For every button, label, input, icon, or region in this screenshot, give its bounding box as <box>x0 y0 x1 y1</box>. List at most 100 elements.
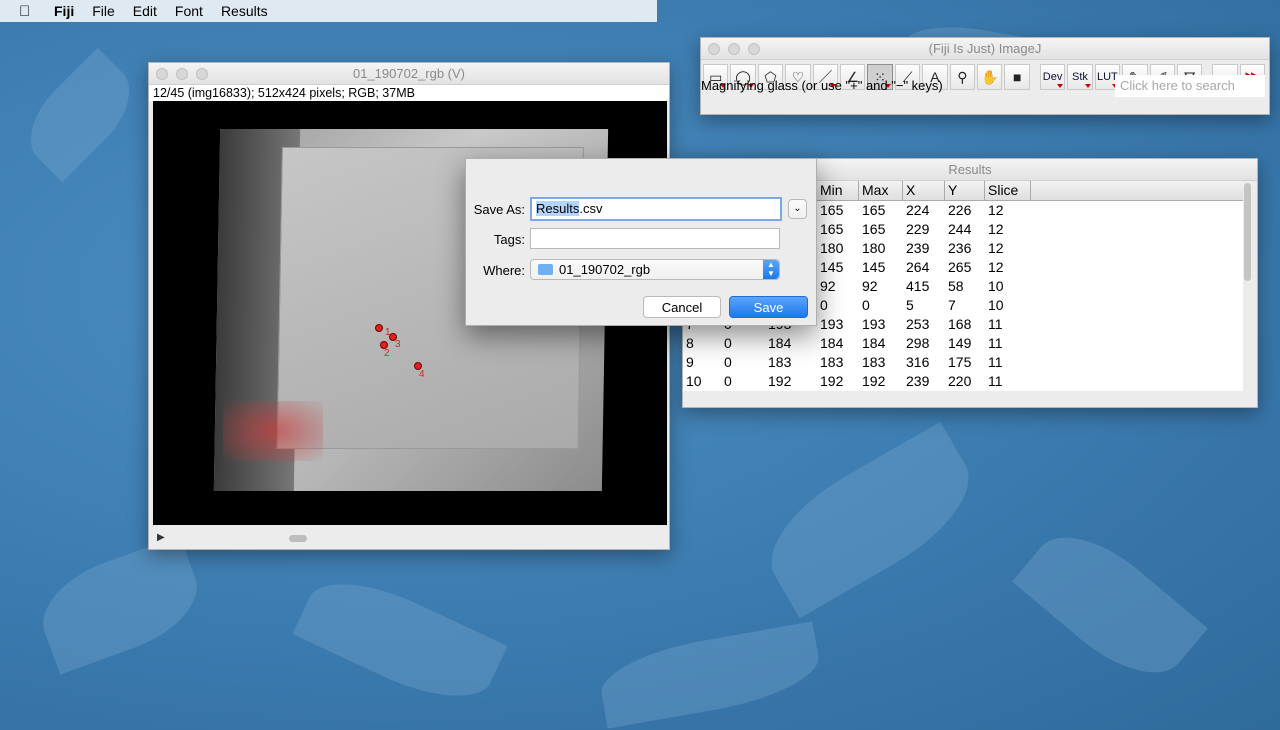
table-cell-max: 192 <box>862 373 886 389</box>
column-header-y[interactable]: Y <box>945 181 985 200</box>
table-cell-max: 184 <box>862 335 886 351</box>
menu-fiji[interactable]: Fiji <box>54 3 74 19</box>
table-cell-min: 193 <box>820 316 844 332</box>
table-cell-y: 149 <box>948 335 972 351</box>
table-cell-y: 244 <box>948 221 972 237</box>
expand-dialog-button[interactable]: ⌄ <box>788 199 807 219</box>
table-cell-min: 183 <box>820 354 844 370</box>
imagej-titlebar[interactable]: (Fiji Is Just) ImageJ <box>701 38 1269 60</box>
minimize-button[interactable] <box>176 68 188 80</box>
column-header-max[interactable]: Max <box>859 181 903 200</box>
point-label-3: 3 <box>395 339 401 350</box>
table-cell-max: 165 <box>862 221 886 237</box>
table-row[interactable]: 9 0 183 183 183 316 175 11 <box>683 353 1243 372</box>
table-cell-max: 0 <box>862 297 870 313</box>
table-cell-min: 145 <box>820 259 844 275</box>
table-cell-max: 180 <box>862 240 886 256</box>
minimize-button[interactable] <box>728 43 740 55</box>
window-controls <box>708 43 760 55</box>
table-cell-y: 236 <box>948 240 972 256</box>
stack-slider[interactable]: ▶ <box>153 529 667 545</box>
table-cell-slice: 12 <box>988 221 1004 237</box>
table-cell-y: 265 <box>948 259 972 275</box>
column-header-x[interactable]: X <box>903 181 945 200</box>
filename-extension: .csv <box>579 201 603 216</box>
image-window-title: 01_190702_rgb (V) <box>352 66 466 81</box>
table-cell-slice: 11 <box>988 373 1003 389</box>
search-field[interactable]: Click here to search <box>1115 75 1265 97</box>
save-as-label: Save As: <box>473 202 525 217</box>
table-cell-min: 165 <box>820 202 844 218</box>
imagej-window: (Fiji Is Just) ImageJ ▭ ◯ ⬠ ♡ ／ ∠ ⁙ ⟋ A ⚲ ✋ ■ Dev Stk… <box>700 37 1270 115</box>
menu-results[interactable]: Results <box>221 3 268 19</box>
table-cell-slice: 12 <box>988 202 1004 218</box>
point-label-4: 4 <box>419 369 425 380</box>
close-button[interactable] <box>708 43 720 55</box>
table-row[interactable]: 10 0 192 192 192 239 220 11 <box>683 372 1243 391</box>
table-cell-x: 298 <box>906 335 930 351</box>
window-controls <box>156 68 208 80</box>
table-cell-y: 175 <box>948 354 972 370</box>
table-cell-x: 5 <box>906 297 914 313</box>
table-cell-c1: 0 <box>724 335 732 351</box>
where-label: Where: <box>483 263 525 278</box>
table-cell-y: 58 <box>948 278 964 294</box>
table-cell-y: 220 <box>948 373 972 389</box>
table-cell-slice: 10 <box>988 278 1004 294</box>
close-button[interactable] <box>156 68 168 80</box>
tags-label: Tags: <box>493 232 525 247</box>
table-cell-y: 7 <box>948 297 956 313</box>
table-cell-x: 224 <box>906 202 930 218</box>
menu-file[interactable]: File <box>92 3 115 19</box>
menu-edit[interactable]: Edit <box>133 3 157 19</box>
table-cell-min: 184 <box>820 335 844 351</box>
updown-chevron-icon: ▲ ▼ <box>763 260 779 279</box>
wallpaper-leaf <box>595 621 825 729</box>
results-title: Results <box>948 162 992 177</box>
table-row[interactable]: 8 0 184 184 184 298 149 11 <box>683 334 1243 353</box>
table-cell-slice: 12 <box>988 240 1004 256</box>
table-cell-c2: 184 <box>768 335 792 351</box>
table-cell-min: 165 <box>820 221 844 237</box>
point-marker-1[interactable] <box>375 324 383 332</box>
table-cell-max: 145 <box>862 259 886 275</box>
table-cell-max: 183 <box>862 354 886 370</box>
table-cell-idx: 8 <box>686 335 694 351</box>
column-header-slice[interactable]: Slice <box>985 181 1031 200</box>
cancel-button[interactable]: Cancel <box>643 296 721 318</box>
column-header-min[interactable]: Min <box>817 181 859 200</box>
table-cell-idx: 9 <box>686 354 694 370</box>
table-cell-min: 92 <box>820 278 836 294</box>
table-cell-slice: 11 <box>988 335 1003 351</box>
results-scrollbar[interactable] <box>1244 183 1251 281</box>
save-button[interactable]: Save <box>729 296 808 318</box>
table-cell-slice: 11 <box>988 316 1003 332</box>
play-icon[interactable]: ▶ <box>157 532 165 543</box>
zoom-button[interactable] <box>748 43 760 55</box>
table-cell-x: 229 <box>906 221 930 237</box>
table-cell-c1: 0 <box>724 373 732 389</box>
table-cell-min: 180 <box>820 240 844 256</box>
where-popup[interactable]: 01_190702_rgb ▲ ▼ <box>530 259 780 280</box>
table-cell-slice: 11 <box>988 354 1003 370</box>
table-cell-x: 264 <box>906 259 930 275</box>
table-cell-max: 193 <box>862 316 886 332</box>
filename-field[interactable]: Results.csv <box>530 197 782 221</box>
tags-field[interactable] <box>530 228 780 249</box>
table-cell-max: 165 <box>862 202 886 218</box>
filename-selected-text: Results <box>536 201 580 216</box>
point-label-2: 2 <box>384 348 390 359</box>
status-bar: Magnifying glass (or use "+" and "−" key… <box>701 74 1269 98</box>
zoom-button[interactable] <box>196 68 208 80</box>
save-dialog: Save As: Results.csv ⌄ Tags: Where: 01_1… <box>465 158 817 326</box>
menu-font[interactable]: Font <box>175 3 203 19</box>
imagej-title: (Fiji Is Just) ImageJ <box>928 41 1042 56</box>
apple-icon[interactable]:  <box>19 3 37 20</box>
table-cell-c2: 192 <box>768 373 792 389</box>
image-info-line: 12/45 (img16833); 512x424 pixels; RGB; 3… <box>149 85 669 101</box>
image-window-titlebar[interactable]: 01_190702_rgb (V) <box>149 63 669 85</box>
slider-thumb[interactable] <box>289 535 307 542</box>
wallpaper-leaf <box>12 47 148 183</box>
red-artifact <box>223 401 323 461</box>
wallpaper-leaf <box>1012 512 1208 698</box>
